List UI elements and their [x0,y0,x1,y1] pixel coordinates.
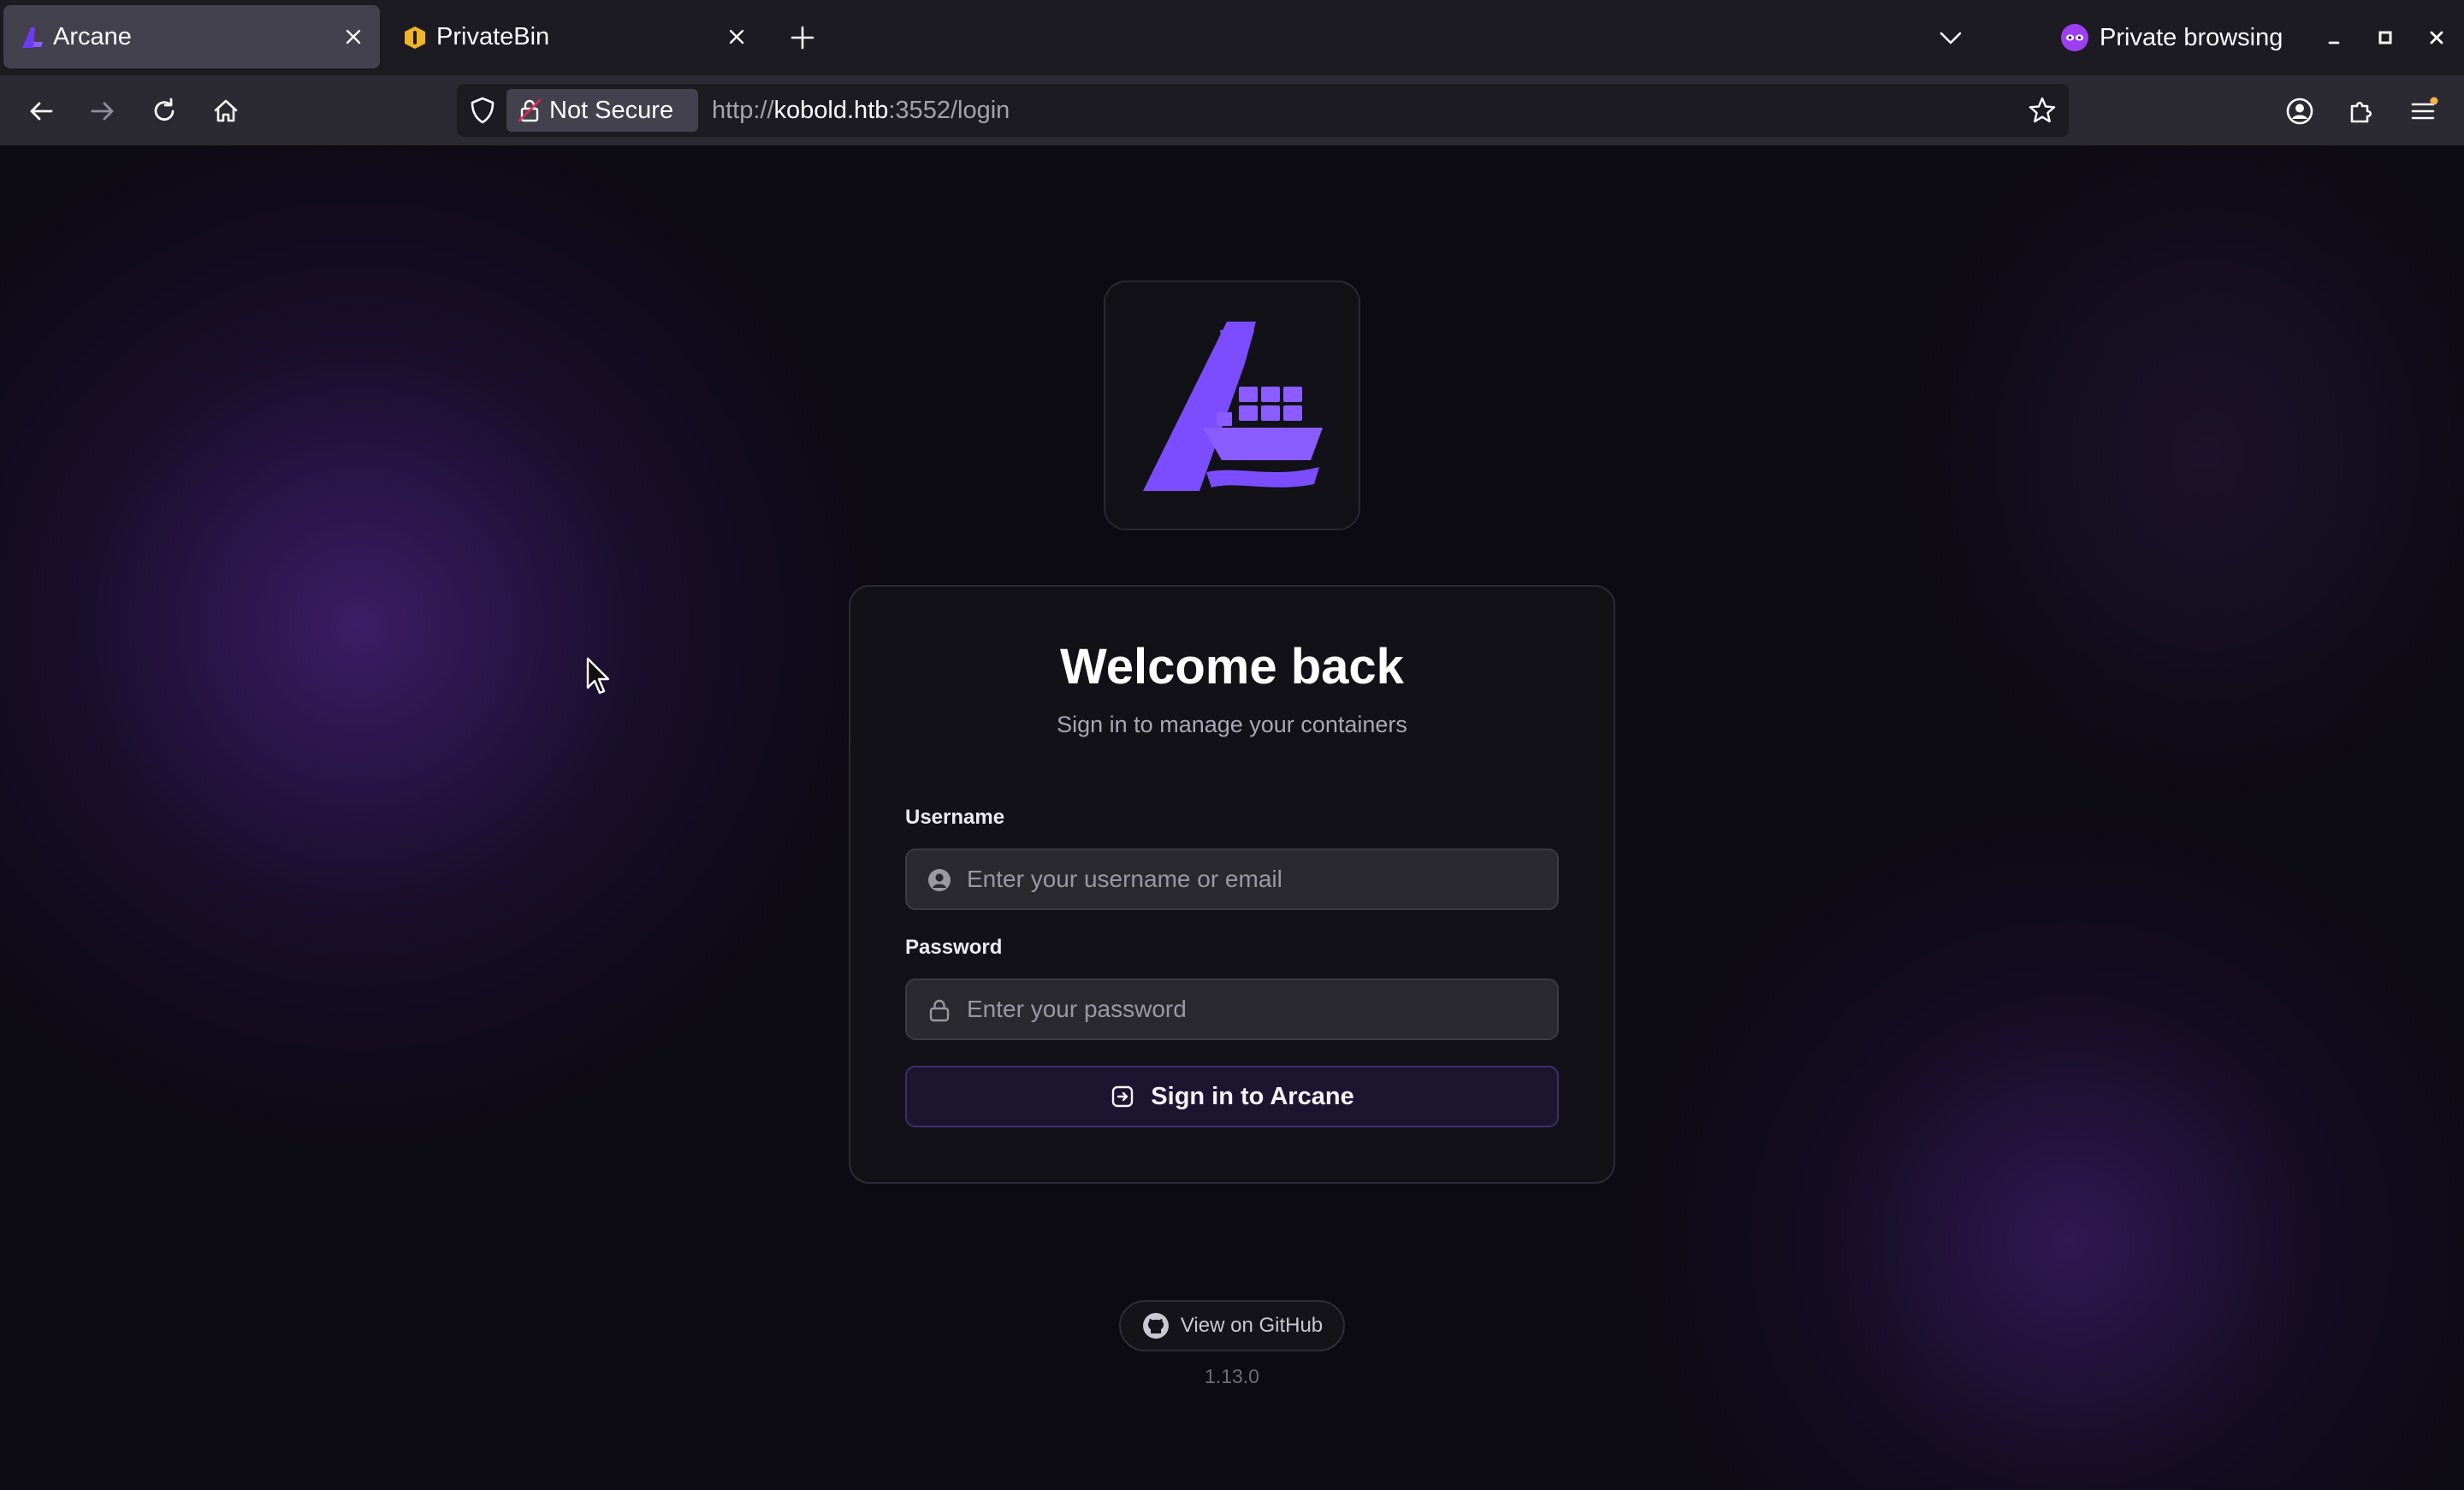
back-arrow-icon[interactable] [24,94,58,128]
minimize-icon[interactable] [2319,22,2349,53]
password-field[interactable] [905,979,1559,1040]
username-input[interactable] [967,850,1540,908]
arcane-logo [1104,281,1360,530]
user-circle-icon [928,869,951,891]
arcane-favicon-icon [22,27,43,48]
close-tab-icon[interactable] [722,22,751,51]
menu-hamburger-icon[interactable] [2406,94,2440,128]
mouse-cursor-icon [586,657,610,695]
url-text[interactable]: http://kobold.htb:3552/login [712,84,1010,137]
password-label: Password [905,936,1003,959]
lock-icon [929,999,950,1022]
extensions-puzzle-icon[interactable] [2344,94,2378,128]
username-label: Username [905,806,1005,829]
new-tab-icon[interactable] [787,22,818,53]
tab-title: Arcane [53,23,132,50]
reload-icon[interactable] [147,94,181,128]
tab-arcane[interactable]: Arcane [3,5,380,68]
shield-icon[interactable] [467,95,498,126]
password-input[interactable] [967,980,1540,1038]
close-tab-icon[interactable] [339,22,368,51]
tab-bar: Arcane PrivateBin Private browsing [0,0,2464,75]
url-host: kobold.htb [773,97,889,124]
version-label: 1.13.0 [1205,1365,1259,1387]
chevron-down-icon[interactable] [1935,22,1966,53]
sign-in-label: Sign in to Arcane [1151,1082,1354,1110]
arcane-ship-logo-icon [1143,322,1323,491]
sign-in-button[interactable]: Sign in to Arcane [905,1066,1559,1127]
not-secure-label: Not Secure [549,97,674,124]
tab-privatebin[interactable]: PrivateBin [387,5,763,68]
url-path: :3552/login [888,97,1010,124]
maximize-icon[interactable] [2370,22,2401,53]
page-subtitle: Sign in to manage your containers [1057,712,1407,737]
bookmark-star-icon[interactable] [2026,94,2058,127]
username-field[interactable] [905,848,1559,910]
login-page: Welcome back Sign in to manage your cont… [0,147,2464,1490]
sign-in-icon [1112,1085,1134,1108]
page-title: Welcome back [1060,639,1404,695]
private-browsing-indicator: Private browsing [2060,19,2283,56]
url-scheme: http:// [712,97,774,124]
forward-arrow-icon[interactable] [86,94,120,128]
insecure-lock-icon [518,98,542,122]
close-window-icon[interactable] [2421,22,2452,53]
private-browsing-label: Private browsing [2100,23,2283,51]
navigation-toolbar: Not Secure http://kobold.htb:3552/login [0,75,2464,147]
view-on-github-button[interactable]: View on GitHub [1119,1300,1345,1351]
github-icon [1142,1313,1169,1339]
account-icon[interactable] [2283,94,2317,128]
home-icon[interactable] [209,94,243,128]
site-security-indicator[interactable]: Not Secure [506,89,698,132]
tab-title: PrivateBin [436,23,550,50]
privatebin-favicon-icon [405,27,425,49]
address-bar[interactable]: Not Secure http://kobold.htb:3552/login [457,84,2069,137]
private-mask-icon [2061,24,2088,51]
github-label: View on GitHub [1180,1314,1324,1337]
login-card: Welcome back Sign in to manage your cont… [849,585,1615,1184]
